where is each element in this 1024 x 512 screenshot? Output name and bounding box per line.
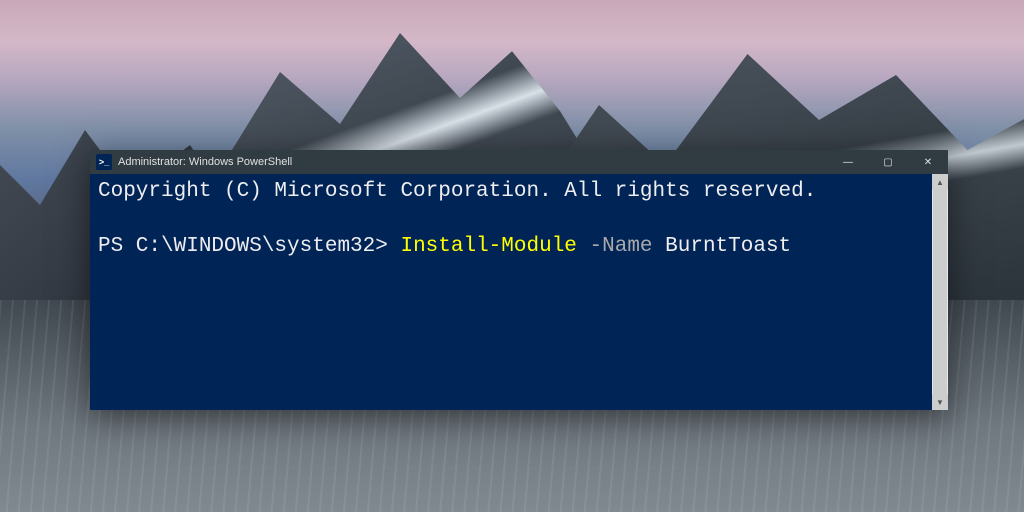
command-parameter: -Name [590,235,653,258]
titlebar[interactable]: >_ Administrator: Windows PowerShell — ▢… [90,150,948,174]
command-cmdlet: Install-Module [400,235,576,258]
scrollbar-track[interactable] [932,190,948,394]
command-argument: BurntToast [665,235,791,258]
window-controls: — ▢ ✕ [828,150,948,174]
copyright-text: Copyright (C) Microsoft Corporation. All… [98,180,816,203]
prompt-text: PS C:\WINDOWS\system32> [98,235,388,258]
scroll-up-button[interactable]: ▲ [932,174,948,190]
console-output[interactable]: Copyright (C) Microsoft Corporation. All… [90,174,932,410]
window-title: Administrator: Windows PowerShell [116,156,828,168]
vertical-scrollbar[interactable]: ▲ ▼ [932,174,948,410]
minimize-button[interactable]: — [828,150,868,174]
close-button[interactable]: ✕ [908,150,948,174]
maximize-button[interactable]: ▢ [868,150,908,174]
scroll-down-button[interactable]: ▼ [932,394,948,410]
console-area: Copyright (C) Microsoft Corporation. All… [90,174,948,410]
powershell-icon: >_ [96,154,112,170]
scrollbar-thumb[interactable] [933,190,947,394]
powershell-window: >_ Administrator: Windows PowerShell — ▢… [90,150,948,410]
